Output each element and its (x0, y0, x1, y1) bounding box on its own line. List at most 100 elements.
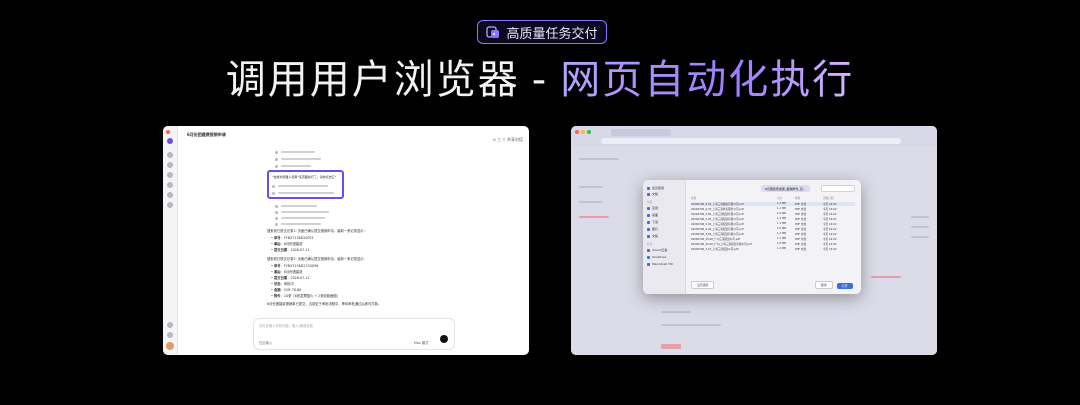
help-icon[interactable] (167, 332, 173, 338)
sidebar-item-documents[interactable]: 文稿 (647, 192, 658, 196)
browser-tab[interactable] (611, 129, 671, 136)
step-item (275, 216, 325, 220)
model-selector[interactable]: Max 模式 (414, 340, 428, 345)
cancel-button[interactable]: 取消 (815, 281, 833, 289)
sidebar-heading: 位置 (647, 201, 653, 204)
sidebar-item-desktop[interactable]: 桌面 (647, 213, 658, 217)
sidebar-item-apps[interactable]: 应用 (647, 206, 658, 210)
record1-row: • 提交日期：2026-07-11 (271, 248, 310, 252)
file-row[interactable]: 20260706_4,40_上海三港配送有限公司.pdf 1.0 MB PDF 文档… (691, 227, 855, 231)
file-cell: 20260706_5,05_上海三港配送有限公司.pdf (691, 218, 744, 221)
folder-selector[interactable]: 6月团建费发票_报销附件_自... (761, 185, 810, 192)
mode-selector[interactable]: 在此输入 (259, 340, 272, 345)
app-logo-icon (167, 138, 173, 144)
new-chat-icon[interactable] (167, 152, 173, 158)
headline-separator: - (531, 57, 549, 103)
file-row[interactable]: 20260706_25,00_广州_上海三港配送有限公司.pdf 1.0 MB PD… (691, 242, 855, 246)
address-bar[interactable] (601, 138, 901, 144)
step-item (275, 150, 315, 154)
avatar[interactable] (166, 342, 174, 350)
file-cell: PDF 文档 (795, 233, 807, 236)
file-cell: 今天 16:02 (823, 248, 837, 251)
browser-window: 最近使用 文稿 位置 应用 桌面 下载 图片 文稿 标签 iCloud云盘 On… (571, 126, 937, 355)
step-item (275, 157, 321, 161)
record2-row: • 提交日期：2026-07-11 (271, 276, 310, 280)
history-icon[interactable] (167, 162, 173, 168)
record1-row: • 事由：6月份团建费 (271, 242, 303, 246)
file-cell: PDF 文档 (795, 213, 807, 216)
file-row[interactable]: 20260706_5,05_上海三港配送有限公司.pdf 1.2 MB PDF 文档… (691, 217, 855, 221)
sidebar-item-icloud[interactable]: iCloud云盘 (647, 248, 667, 252)
required-hint (871, 276, 901, 278)
file-row[interactable]: 20260706_3,60_上海三港配送有限公司.pdf 1.2 MB PDF 文档… (691, 232, 855, 236)
step-item (272, 191, 334, 195)
open-button[interactable]: 打开 (837, 283, 853, 289)
sidebar-item-pictures[interactable]: 图片 (647, 227, 658, 231)
sidebar-item-downloads[interactable]: 下载 (647, 220, 658, 224)
record2-intro: 搜索到已提交记录2: 页面已确认提交报销申请，最新一条记录显示： (267, 257, 367, 261)
file-cell: 今天 16:02 (823, 208, 837, 211)
file-cell: 1.0 MB (777, 212, 786, 215)
highlighted-step-box: "当前浏览器人员审"该页面执行了，请你点击它" (267, 170, 344, 199)
files-icon[interactable] (167, 182, 173, 188)
file-row[interactable]: 20260706_3,45_上海三港餐饮有限公司.pdf 1.2 MB PDF 文档… (691, 202, 855, 206)
chat-input-box[interactable]: 请在此输入你的问题，输入/使用技能 在此输入 Max 模式 (253, 318, 455, 350)
step-item (275, 222, 321, 226)
sidebar-item-macintosh-hd[interactable]: Macintosh HD (647, 262, 673, 266)
headline-part1: 调用用户浏览器 (225, 57, 520, 103)
file-cell: 今天 16:02 (823, 238, 837, 241)
file-cell: 1.1 MB (777, 207, 786, 210)
file-cell: 1.0 MB (777, 242, 786, 245)
file-cell: PDF 文档 (795, 238, 807, 241)
file-cell: PDF 文档 (795, 243, 807, 246)
file-row[interactable]: 20260706_4,70_上海三港外卖服务公司.pdf 1.1 MB PDF 文档… (691, 207, 855, 211)
conversation-actions[interactable]: ⊙ 三 ⇧ 共享对话 (492, 137, 523, 143)
search-input[interactable] (821, 185, 855, 192)
file-row[interactable]: 20260706_25,00_广州三港配送公司.pdf 1.1 MB PDF 文档 今… (691, 237, 855, 241)
file-cell: PDF 文档 (795, 248, 807, 251)
file-cell: PDF 文档 (795, 218, 807, 221)
sidebar-item-recent[interactable]: 最近使用 (647, 186, 664, 190)
sidebar-item-docs[interactable]: 文稿 (647, 234, 658, 238)
file-cell: 1.2 MB (777, 247, 786, 250)
conversation-title: 6月份团建费报销申请 (187, 132, 226, 137)
skills-icon[interactable] (167, 192, 173, 198)
maximize-window-icon[interactable] (587, 130, 591, 134)
file-row[interactable]: 20260706_1,15_上海三港配送公司.pdf 1.2 MB PDF 文档 今天… (691, 247, 855, 251)
file-row[interactable]: 20260706_3,80_上海三港配送有限公司.pdf 1.0 MB PDF 文档… (691, 212, 855, 216)
page-line (911, 216, 929, 218)
tasks-icon[interactable] (167, 202, 173, 208)
file-cell: 今天 16:02 (823, 228, 837, 231)
settings-icon[interactable] (167, 322, 173, 328)
sidebar-heading: 标签 (647, 243, 653, 246)
file-cell: 1.2 MB (777, 217, 786, 220)
dialog-toolbar: 6月团建费发票_报销附件_自... (691, 185, 855, 192)
file-cell: PDF 文档 (795, 208, 807, 211)
page-line (661, 324, 721, 326)
explore-icon[interactable] (167, 172, 173, 178)
page-header-line (579, 158, 619, 160)
chat-input-placeholder: 请在此输入你的问题，输入/使用技能 (259, 324, 313, 328)
file-cell: 今天 16:02 (823, 233, 837, 236)
record2-row: • 事由：6月份团建费 (271, 270, 303, 274)
step-item (275, 204, 317, 208)
page-line (911, 226, 929, 228)
dialog-sidebar: 最近使用 文稿 位置 应用 桌面 下载 图片 文稿 标签 iCloud云盘 On… (643, 180, 686, 294)
file-row[interactable]: 20260706_3,30_上海三港配送有限公司.pdf 1.1 MB PDF 文档… (691, 222, 855, 226)
step-item (275, 164, 311, 168)
record1-row: • 单号：FYBX7136D20FS5 (271, 236, 314, 240)
sidebar-item-onedrive[interactable]: OneDrive (647, 255, 666, 259)
show-options-button[interactable]: 显示选项 (691, 281, 715, 289)
close-window-icon[interactable] (575, 130, 579, 134)
close-window-icon[interactable] (166, 130, 170, 134)
record2-row: • 金额：CNY 78.60 (271, 288, 302, 292)
file-cell: 1.1 MB (777, 237, 786, 240)
file-cell: 20260706_25,00_广州三港配送公司.pdf (691, 238, 741, 241)
submit-button[interactable] (661, 344, 681, 349)
record2-row: • 单号：FYBX7136D27G5E96 (271, 264, 319, 268)
page-line (579, 186, 603, 188)
browser-toolbar (571, 126, 937, 146)
minimize-window-icon[interactable] (581, 130, 585, 134)
send-button[interactable] (440, 335, 448, 343)
file-cell: 1.1 MB (777, 222, 786, 225)
